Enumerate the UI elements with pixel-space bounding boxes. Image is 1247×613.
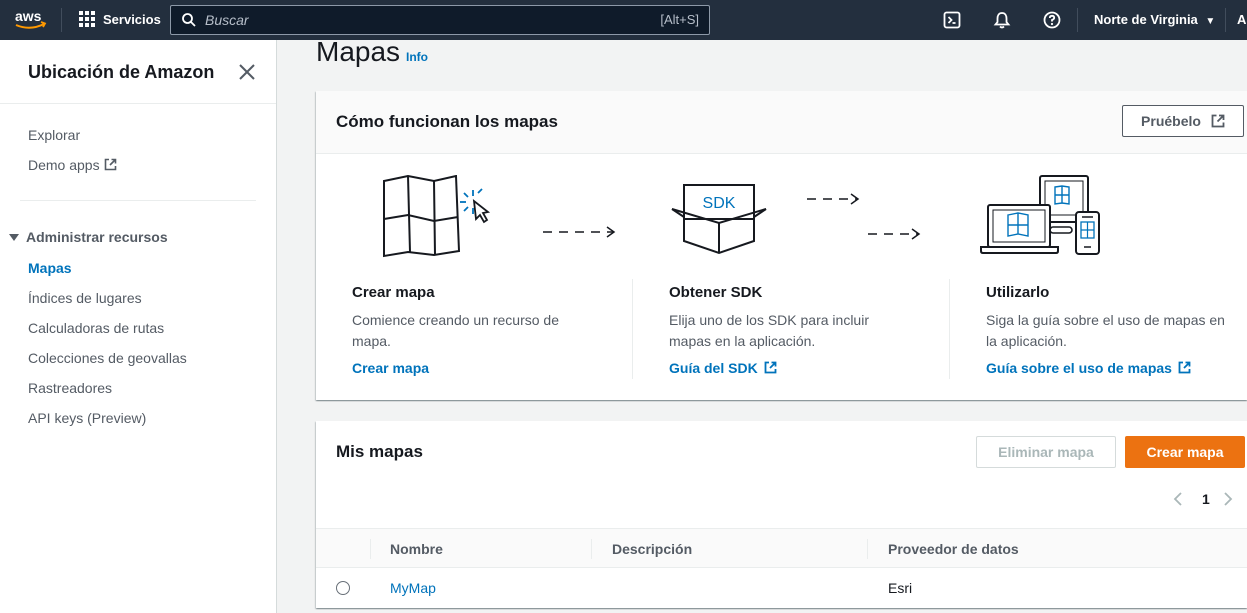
table-header: Nombre Descripción Proveedor de datos (316, 528, 1247, 568)
step-title: Utilizarlo (986, 284, 1050, 301)
services-label: Servicios (103, 11, 161, 27)
dashed-arrow-icon (543, 226, 616, 238)
dashed-arrow-icon (868, 228, 921, 240)
nav-divider (1225, 8, 1226, 32)
button-label: Pruébelo (1141, 113, 1201, 129)
pagination: 1 (1172, 491, 1234, 507)
map-name-link[interactable]: MyMap (390, 580, 436, 596)
sidebar-divider (20, 200, 256, 201)
external-link-icon (1178, 361, 1191, 374)
panel-title: Mis mapas (336, 442, 423, 461)
sdk-box-illustration-icon: SDK (671, 184, 767, 255)
devices-illustration-icon (980, 175, 1100, 255)
search-icon (182, 13, 196, 27)
column-divider (867, 539, 868, 559)
link-label: Guía sobre el uso de mapas (986, 360, 1172, 376)
search-box[interactable]: [Alt+S] (170, 5, 710, 35)
cloudshell-icon[interactable] (942, 10, 962, 30)
sidebar-item-api-keys[interactable]: API keys (Preview) (28, 410, 146, 426)
svg-text:SDK: SDK (703, 195, 736, 212)
services-menu-button[interactable]: Servicios (79, 11, 161, 27)
sidebar-item-colecciones-de-geovallas[interactable]: Colecciones de geovallas (28, 350, 187, 366)
svg-text:aws: aws (15, 8, 42, 24)
step-title: Obtener SDK (669, 284, 763, 301)
sidebar-item-label: Demo apps (28, 157, 100, 173)
column-header-nombre[interactable]: Nombre (390, 541, 443, 557)
panel-header: Cómo funcionan los mapas Pruébelo (316, 91, 1247, 154)
create-map-button[interactable]: Crear mapa (1125, 436, 1245, 468)
sidebar-item-explorar[interactable]: Explorar (28, 127, 80, 143)
sidebar-item-mapas[interactable]: Mapas (28, 260, 72, 276)
sdk-guide-link[interactable]: Guía del SDK (669, 360, 777, 376)
dashed-arrow-icon (807, 193, 860, 205)
panel-title: Cómo funcionan los mapas (336, 112, 558, 131)
delete-map-button[interactable]: Eliminar mapa (976, 436, 1116, 468)
page-title: Mapas (316, 36, 401, 67)
info-link[interactable]: Info (406, 50, 428, 64)
external-link-icon (1211, 114, 1225, 128)
close-icon[interactable] (238, 63, 256, 81)
table-row[interactable]: MyMap Esri (316, 568, 1247, 608)
external-link-icon (764, 361, 777, 374)
search-input[interactable] (205, 9, 625, 31)
column-divider (591, 539, 592, 559)
help-icon[interactable] (1042, 10, 1062, 30)
sidebar-divider (0, 103, 276, 104)
caret-down-icon: ▼ (1205, 16, 1216, 27)
how-it-works-panel: Cómo funcionan los mapas Pruébelo SDK Cr… (316, 91, 1247, 400)
side-navigation: Ubicación de Amazon Explorar Demo apps A… (0, 40, 277, 613)
map-data-provider: Esri (888, 580, 913, 596)
nav-divider (1077, 8, 1078, 32)
aws-logo-icon[interactable]: aws (14, 8, 48, 32)
chevron-right-icon[interactable] (1222, 491, 1234, 507)
sidebar-item-demo-apps[interactable]: Demo apps (28, 157, 117, 173)
step-description: Siga la guía sobre el uso de mapas en la… (986, 312, 1225, 349)
chevron-left-icon[interactable] (1172, 491, 1184, 507)
sidebar-item-calculadoras-de-rutas[interactable]: Calculadoras de rutas (28, 320, 164, 336)
folded-map-illustration-icon (383, 175, 491, 258)
external-link-icon (104, 158, 116, 171)
region-label: Norte de Virginia (1094, 12, 1198, 27)
try-it-button[interactable]: Pruébelo (1122, 105, 1244, 137)
step-title: Crear mapa (352, 284, 435, 301)
sidebar-item-indices-de-lugares[interactable]: Índices de lugares (28, 290, 142, 306)
step-divider (632, 279, 633, 379)
my-maps-table-panel: Mis mapas Eliminar mapa Crear mapa 1 Nom… (316, 421, 1247, 608)
column-header-proveedor[interactable]: Proveedor de datos (888, 541, 1019, 557)
step-description: Comience creando un recurso de mapa. (352, 312, 560, 349)
search-shortcut-hint: [Alt+S] (660, 12, 699, 27)
step-description: Elija uno de los SDK para incluir mapas … (669, 312, 869, 349)
column-divider (370, 539, 371, 559)
nav-divider (61, 8, 62, 32)
maps-usage-guide-link[interactable]: Guía sobre el uso de mapas (986, 360, 1191, 376)
button-label: Crear mapa (1146, 444, 1224, 460)
column-header-descripcion[interactable]: Descripción (612, 541, 692, 557)
row-select-radio[interactable] (336, 581, 350, 595)
grid-menu-icon (79, 11, 95, 27)
create-map-link[interactable]: Crear mapa (352, 360, 429, 376)
account-menu[interactable]: A (1237, 12, 1246, 27)
step-divider (949, 279, 950, 379)
button-label: Eliminar mapa (998, 444, 1094, 460)
sidebar-section-administrar-recursos[interactable]: Administrar recursos (9, 229, 168, 245)
link-label: Guía del SDK (669, 360, 758, 376)
sidebar-title: Ubicación de Amazon (28, 62, 215, 82)
sidebar-section-label: Administrar recursos (26, 229, 168, 245)
sidebar-item-rastreadores[interactable]: Rastreadores (28, 380, 112, 396)
region-selector[interactable]: Norte de Virginia ▼ (1094, 12, 1215, 27)
top-navigation: aws Servicios [Alt+S] Norte de Virginia … (0, 0, 1247, 40)
notifications-bell-icon[interactable] (992, 10, 1012, 30)
caret-down-icon (9, 233, 19, 241)
page-number[interactable]: 1 (1202, 491, 1210, 507)
